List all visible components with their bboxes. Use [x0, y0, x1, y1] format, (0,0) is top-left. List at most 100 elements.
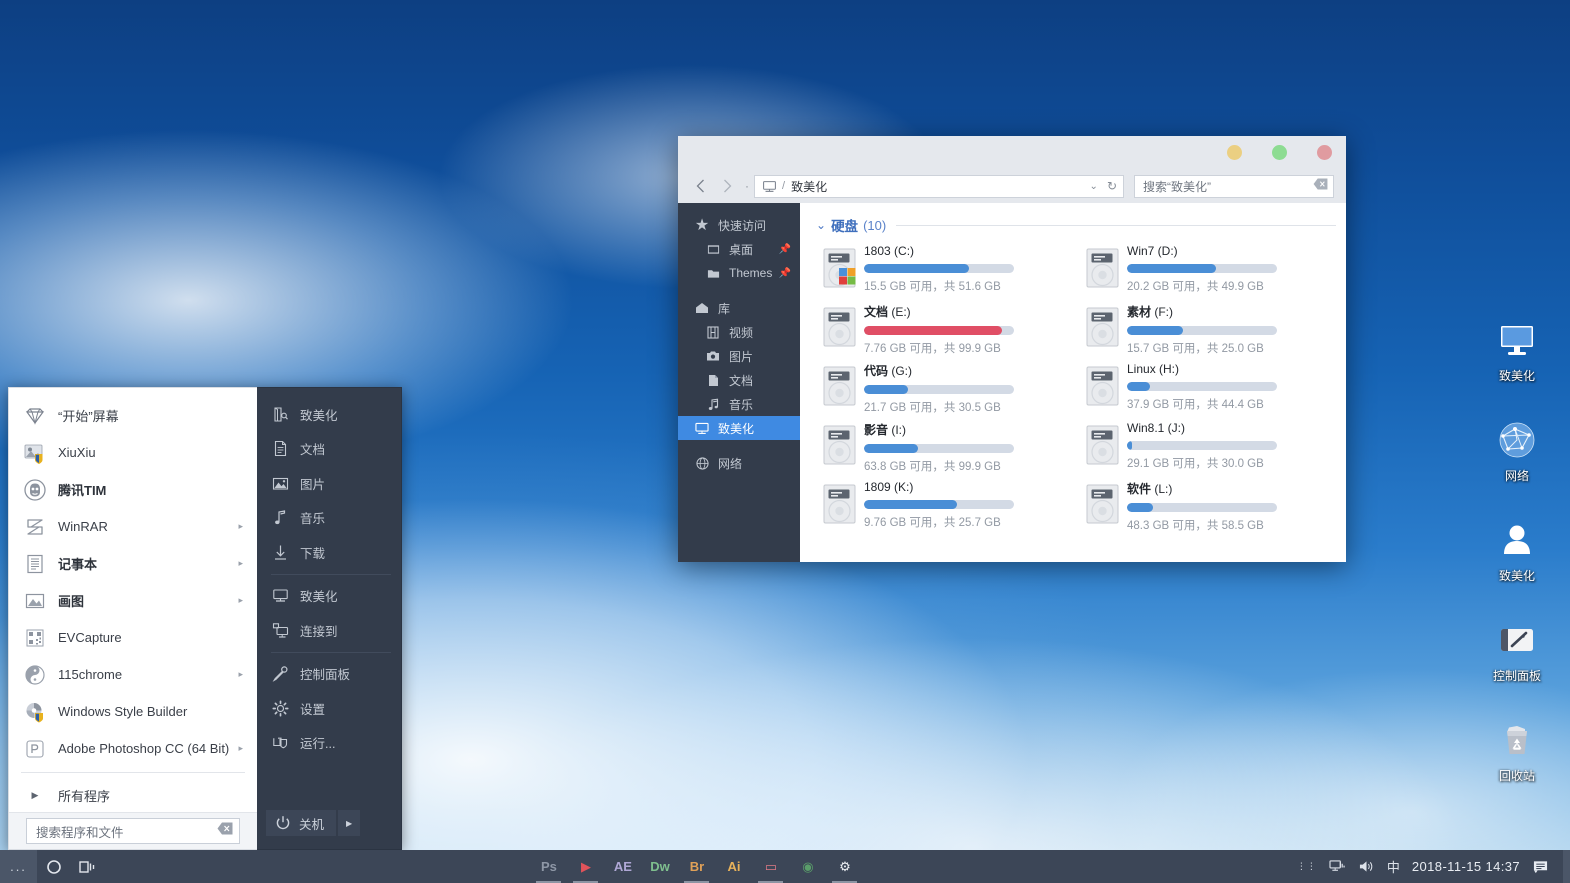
drive-item[interactable]: 1803 (C:) 15.5 GB 可用，共 51.6 GB: [816, 242, 1073, 301]
taskbar-app-button[interactable]: ▶: [567, 850, 604, 883]
taskbar-app-button[interactable]: ◉: [789, 850, 826, 883]
maximize-button[interactable]: [1272, 145, 1287, 160]
volume-icon[interactable]: [1352, 850, 1381, 883]
start-menu-place-computer[interactable]: 致美化: [257, 579, 401, 614]
tray-expand-icon[interactable]: ⋮⋮: [1291, 850, 1323, 883]
drive-grid: 1803 (C:) 15.5 GB 可用，共 51.6 GB Win7 (D:) 20…: [816, 242, 1336, 537]
start-menu-all-programs[interactable]: ▶ 所有程序: [9, 778, 257, 812]
drive-item[interactable]: 代码 (G:) 21.7 GB 可用，共 30.5 GB: [816, 360, 1073, 419]
drive-item[interactable]: Linux (H:) 37.9 GB 可用，共 44.4 GB: [1079, 360, 1336, 419]
clear-icon[interactable]: [1313, 177, 1328, 195]
start-button[interactable]: ...: [0, 850, 37, 883]
sidebar-item-network[interactable]: 网络: [678, 451, 800, 475]
start-menu-item-115chrome[interactable]: 115chrome ▸: [9, 656, 257, 693]
refresh-icon[interactable]: ↻: [1107, 179, 1117, 193]
start-menu-program-list: “开始”屏幕 XiuXiu 腾讯TIM WinRAR ▸ 记事本 ▸ 画图 ▸ …: [9, 388, 257, 812]
submenu-arrow-icon: ▸: [238, 558, 243, 568]
forward-button[interactable]: [714, 174, 740, 198]
sidebar-item-documents[interactable]: 文档: [678, 368, 800, 392]
minimize-button[interactable]: [1227, 145, 1242, 160]
start-menu-item-start-screen[interactable]: “开始”屏幕: [9, 397, 257, 434]
sidebar-item-label: 桌面: [729, 242, 754, 257]
address-bar[interactable]: / 致美化 ⌄ ↻: [754, 174, 1124, 198]
paint-icon: [21, 587, 49, 615]
start-menu-item-notepad[interactable]: 记事本 ▸: [9, 545, 257, 582]
window-title-bar[interactable]: [678, 136, 1346, 169]
start-menu-place-user-folder[interactable]: 致美化: [257, 397, 401, 432]
start-menu-place-documents[interactable]: 文档: [257, 432, 401, 467]
task-view-icon[interactable]: [70, 850, 103, 883]
start-menu-item-label: XiuXiu: [58, 445, 96, 460]
start-menu-item-evcapture[interactable]: EVCapture: [9, 619, 257, 656]
start-menu-place-run[interactable]: 运行...: [257, 726, 401, 761]
sidebar-item-quick-access[interactable]: ★ 快速访问: [678, 213, 800, 237]
drive-item[interactable]: 软件 (L:) 48.3 GB 可用，共 58.5 GB: [1079, 478, 1336, 537]
shutdown-options-arrow[interactable]: ▶: [338, 810, 361, 836]
start-menu-item-photoshop[interactable]: Adobe Photoshop CC (64 Bit) ▸: [9, 730, 257, 767]
pin-icon[interactable]: 📌: [779, 244, 791, 255]
breadcrumb-current[interactable]: 致美化: [791, 178, 1089, 195]
control-panel-key-icon: [271, 665, 289, 683]
start-menu-place-downloads[interactable]: 下载: [257, 535, 401, 570]
taskbar-app-button[interactable]: Ai: [715, 850, 752, 883]
sidebar-item-this-pc[interactable]: 致美化: [678, 416, 800, 440]
drive-item[interactable]: Win8.1 (J:) 29.1 GB 可用，共 30.0 GB: [1079, 419, 1336, 478]
taskbar-app-button[interactable]: ⚙: [826, 850, 863, 883]
start-menu-item-label: 记事本: [58, 557, 98, 572]
start-menu-place-music[interactable]: 音乐: [257, 501, 401, 536]
start-menu-item-tim[interactable]: 腾讯TIM: [9, 471, 257, 508]
start-menu-item-label: “开始”屏幕: [58, 409, 119, 424]
sidebar-item-themes[interactable]: Themes 📌: [678, 261, 800, 285]
sidebar-item-pictures[interactable]: 图片: [678, 344, 800, 368]
recent-locations-button[interactable]: ·: [740, 179, 754, 193]
start-menu-item-winrar[interactable]: WinRAR ▸: [9, 508, 257, 545]
taskbar-app-list: Ps ▶ AE Dw Br Ai ▭ ◉ ⚙: [530, 850, 863, 883]
clear-icon[interactable]: [217, 822, 233, 840]
evcapture-icon: [21, 624, 49, 652]
explorer-search-box[interactable]: 搜索“致美化”: [1134, 174, 1334, 198]
sidebar-item-music[interactable]: 音乐: [678, 392, 800, 416]
network-icon[interactable]: [1323, 850, 1352, 883]
start-menu-item-paint[interactable]: 画图 ▸: [9, 582, 257, 619]
back-button[interactable]: [688, 174, 714, 198]
network-globe-icon: [694, 456, 710, 470]
ime-icon[interactable]: 中: [1381, 850, 1406, 883]
shutdown-button[interactable]: 关机: [266, 810, 337, 836]
start-menu-search-box[interactable]: 搜索程序和文件: [26, 818, 240, 844]
start-menu-place-settings[interactable]: 设置: [257, 691, 401, 726]
drive-item[interactable]: 影音 (I:) 63.8 GB 可用，共 99.9 GB: [816, 419, 1073, 478]
action-center-icon[interactable]: [1526, 850, 1555, 883]
start-menu-place-connect-to[interactable]: 连接到: [257, 613, 401, 648]
drive-group-header[interactable]: ⌄ 硬盘 (10): [816, 214, 1336, 236]
start-menu-place-pictures[interactable]: 图片: [257, 466, 401, 501]
divider: [271, 573, 391, 575]
taskbar-app-button[interactable]: ▭: [752, 850, 789, 883]
taskbar-app-button[interactable]: AE: [604, 850, 641, 883]
sidebar-item-videos[interactable]: 视频: [678, 320, 800, 344]
sidebar-item-libraries[interactable]: 库: [678, 296, 800, 320]
desktop-icon-network[interactable]: 网络: [1474, 410, 1560, 510]
taskbar-app-button[interactable]: Ps: [530, 850, 567, 883]
desktop-icon-user[interactable]: 致美化: [1474, 510, 1560, 610]
taskbar-app-button[interactable]: Dw: [641, 850, 678, 883]
chevron-down-icon[interactable]: ⌄: [816, 218, 826, 232]
start-menu-item-windows-style-builder[interactable]: Windows Style Builder: [9, 693, 257, 730]
show-desktop-button[interactable]: [1563, 850, 1570, 883]
drive-item[interactable]: Win7 (D:) 20.2 GB 可用，共 49.9 GB: [1079, 242, 1336, 301]
control-panel-icon: [1493, 616, 1541, 664]
clock[interactable]: 2018-11-15 14:37: [1406, 859, 1526, 874]
drive-item[interactable]: 素材 (F:) 15.7 GB 可用，共 25.0 GB: [1079, 301, 1336, 360]
desktop-icon-recycle-bin[interactable]: 回收站: [1474, 710, 1560, 810]
close-button[interactable]: [1317, 145, 1332, 160]
drive-item[interactable]: 1809 (K:) 9.76 GB 可用，共 25.7 GB: [816, 478, 1073, 537]
start-menu-place-control-panel[interactable]: 控制面板: [257, 657, 401, 692]
sidebar-item-desktop[interactable]: 桌面 📌: [678, 237, 800, 261]
desktop-icon-control-panel[interactable]: 控制面板: [1474, 610, 1560, 710]
cortana-circle-icon[interactable]: [37, 850, 70, 883]
chevron-down-icon[interactable]: ⌄: [1090, 181, 1098, 192]
start-menu-item-xiuxiu[interactable]: XiuXiu: [9, 434, 257, 471]
pin-icon[interactable]: 📌: [779, 268, 791, 279]
taskbar-app-button[interactable]: Br: [678, 850, 715, 883]
drive-item[interactable]: 文档 (E:) 7.76 GB 可用，共 99.9 GB: [816, 301, 1073, 360]
desktop-icon-zhimeihua-computer[interactable]: 致美化: [1474, 310, 1560, 410]
